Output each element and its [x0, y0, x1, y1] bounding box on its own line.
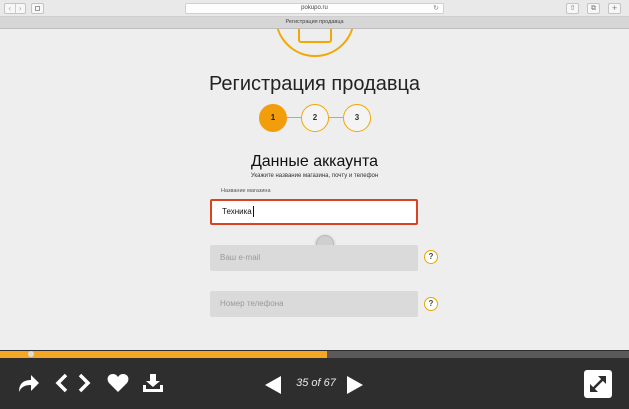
reload-icon[interactable]: ↻ [433, 4, 439, 13]
next-icon[interactable] [345, 375, 365, 395]
step-connector [287, 117, 301, 118]
section-hint: Укажите название магазина, почту и телеф… [250, 173, 379, 179]
share-icon[interactable] [16, 372, 40, 394]
progress-knob[interactable] [28, 351, 34, 357]
page-content: Регистрация продавца 1 2 3 Данные аккаун… [0, 29, 629, 350]
slide-progress-bar[interactable] [0, 351, 629, 358]
player-controls: 35 of 67 [0, 358, 629, 409]
email-help-icon[interactable]: ? [424, 250, 438, 264]
tab-strip: Регистрация продавца [0, 17, 629, 29]
step-indicator: 1 2 3 [259, 104, 371, 132]
address-bar[interactable]: pokupo.ru ↻ [185, 3, 444, 14]
history-buttons: ‹ › [4, 3, 26, 14]
shopping-bag-icon [298, 29, 332, 43]
step-1[interactable]: 1 [259, 104, 287, 132]
page-title: Регистрация продавца [208, 73, 421, 95]
browser-toolbar: ‹ › pokupo.ru ↻ ⇧ ⧉ + [0, 0, 629, 17]
phone-help-icon[interactable]: ? [424, 297, 438, 311]
url-text: pokupo.ru [301, 5, 328, 11]
fullscreen-icon [590, 376, 606, 392]
share-page-icon[interactable]: ⇧ [566, 3, 579, 14]
tab-title[interactable]: Регистрация продавца [285, 19, 343, 25]
phone-input[interactable]: Номер телефона [210, 291, 418, 317]
new-tab-icon[interactable]: + [608, 3, 621, 14]
fullscreen-button[interactable] [584, 370, 612, 398]
embed-icon[interactable] [55, 373, 91, 393]
forward-icon[interactable]: › [14, 4, 26, 13]
sidebar-toggle-icon[interactable] [31, 3, 44, 14]
download-icon[interactable] [142, 373, 164, 393]
step-3[interactable]: 3 [343, 104, 371, 132]
store-name-label: Название магазина [221, 188, 271, 194]
step-connector [329, 117, 343, 118]
like-icon[interactable] [107, 373, 129, 393]
tabs-overview-icon[interactable]: ⧉ [587, 3, 600, 14]
previous-icon[interactable] [263, 375, 283, 395]
progress-fill [0, 351, 328, 358]
store-name-input[interactable]: Техника [210, 199, 418, 225]
store-name-value: Техника [222, 207, 252, 216]
section-title: Данные аккаунта [250, 153, 379, 170]
back-icon[interactable]: ‹ [5, 4, 15, 13]
slide-counter: 35 of 67 [296, 377, 336, 389]
email-input[interactable]: Ваш e-mail [210, 245, 418, 271]
text-caret [252, 206, 254, 218]
step-2[interactable]: 2 [301, 104, 329, 132]
